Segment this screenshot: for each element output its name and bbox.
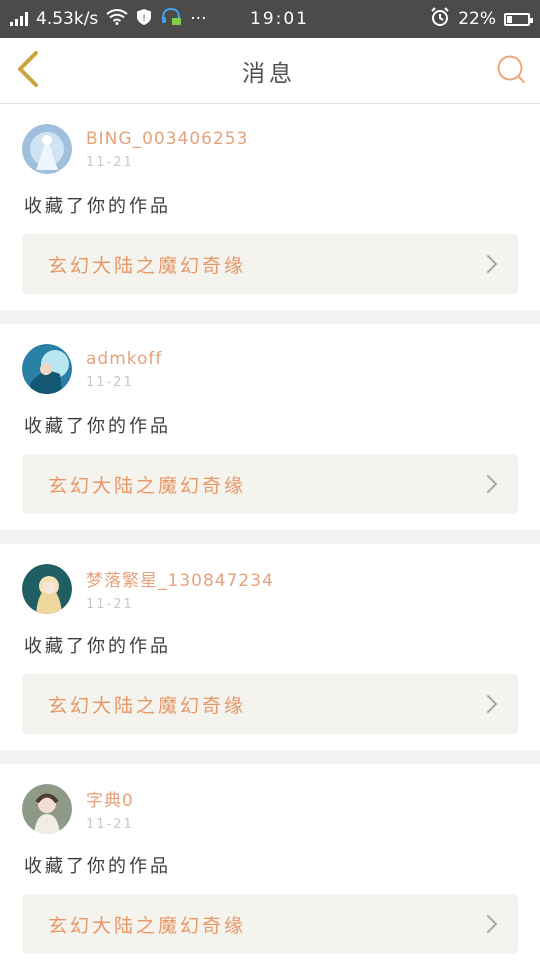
more-notifications-icon: ··· bbox=[190, 9, 207, 29]
message-card: admkoff 11-21 收藏了你的作品 玄幻大陆之魔幻奇缘 bbox=[0, 324, 540, 530]
status-right: 22% bbox=[430, 6, 533, 32]
message-date: 11-21 bbox=[86, 817, 134, 832]
work-link[interactable]: 玄幻大陆之魔幻奇缘 bbox=[22, 894, 518, 954]
message-date: 11-21 bbox=[86, 374, 134, 390]
status-bar: 4.53k/s ! ··· 19:01 22% bbox=[0, 0, 540, 38]
headset-icon bbox=[160, 6, 182, 33]
signal-icon bbox=[10, 12, 28, 26]
action-text: 收藏了你的作品 bbox=[24, 856, 171, 877]
work-title: 玄幻大陆之魔幻奇缘 bbox=[48, 254, 247, 277]
work-title: 玄幻大陆之魔幻奇缘 bbox=[48, 474, 247, 497]
avatar-3[interactable] bbox=[22, 564, 72, 614]
message-header: BING_003406253 11-21 bbox=[22, 124, 518, 174]
message-card: 梦落繁星_130847234 11-21 收藏了你的作品 玄幻大陆之魔幻奇缘 bbox=[0, 544, 540, 750]
search-icon[interactable] bbox=[496, 54, 526, 88]
message-list: BING_003406253 11-21 收藏了你的作品 玄幻大陆之魔幻奇缘 a… bbox=[0, 104, 540, 970]
alarm-icon bbox=[430, 6, 450, 32]
message-date: 11-21 bbox=[86, 597, 134, 612]
status-left: 4.53k/s ! ··· bbox=[10, 6, 220, 33]
message-meta: admkoff 11-21 bbox=[86, 349, 162, 390]
chevron-right-icon bbox=[487, 915, 498, 933]
back-icon[interactable] bbox=[14, 49, 42, 93]
chevron-right-icon bbox=[487, 475, 498, 493]
message-header: 梦落繁星_130847234 11-21 bbox=[22, 564, 518, 614]
battery-fill bbox=[507, 15, 512, 23]
action-text: 收藏了你的作品 bbox=[24, 416, 171, 437]
username[interactable]: 字典0 bbox=[86, 786, 134, 811]
chevron-right-icon bbox=[487, 255, 498, 273]
username[interactable]: BING_003406253 bbox=[86, 129, 248, 149]
chevron-right-icon bbox=[487, 695, 498, 713]
avatar-4[interactable] bbox=[22, 784, 72, 834]
work-title: 玄幻大陆之魔幻奇缘 bbox=[48, 914, 247, 937]
clock: 19:01 bbox=[250, 9, 309, 29]
username[interactable]: admkoff bbox=[86, 349, 162, 369]
work-link[interactable]: 玄幻大陆之魔幻奇缘 bbox=[22, 234, 518, 294]
message-meta: 字典0 11-21 bbox=[86, 786, 134, 832]
svg-text:!: ! bbox=[142, 14, 146, 24]
message-meta: BING_003406253 11-21 bbox=[86, 129, 248, 170]
wifi-icon bbox=[106, 8, 128, 30]
message-card: 字典0 11-21 收藏了你的作品 玄幻大陆之魔幻奇缘 bbox=[0, 764, 540, 970]
action-text: 收藏了你的作品 bbox=[24, 196, 171, 217]
avatar-1[interactable] bbox=[22, 124, 72, 174]
page-title: 消息 bbox=[242, 60, 296, 87]
work-title: 玄幻大陆之魔幻奇缘 bbox=[48, 694, 247, 717]
message-meta: 梦落繁星_130847234 11-21 bbox=[86, 566, 274, 612]
shield-icon: ! bbox=[136, 8, 152, 31]
message-card: BING_003406253 11-21 收藏了你的作品 玄幻大陆之魔幻奇缘 bbox=[0, 104, 540, 310]
action-text: 收藏了你的作品 bbox=[24, 636, 171, 657]
battery-percent: 22% bbox=[458, 9, 496, 29]
username[interactable]: 梦落繁星_130847234 bbox=[86, 566, 274, 591]
avatar-2[interactable] bbox=[22, 344, 72, 394]
work-link[interactable]: 玄幻大陆之魔幻奇缘 bbox=[22, 674, 518, 734]
battery-icon bbox=[504, 12, 533, 26]
header: 消息 bbox=[0, 38, 540, 104]
network-speed: 4.53k/s bbox=[36, 9, 99, 29]
message-header: 字典0 11-21 bbox=[22, 784, 518, 834]
work-link[interactable]: 玄幻大陆之魔幻奇缘 bbox=[22, 454, 518, 514]
message-date: 11-21 bbox=[86, 154, 134, 170]
message-header: admkoff 11-21 bbox=[22, 344, 518, 394]
